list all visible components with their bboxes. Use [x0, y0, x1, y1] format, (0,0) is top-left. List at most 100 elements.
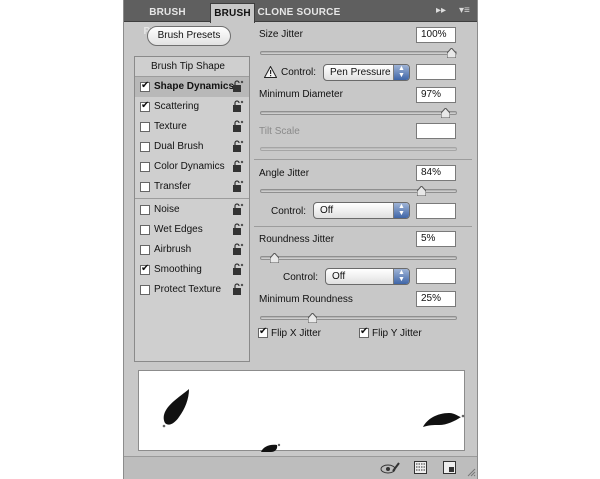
updown-arrow-icon: ▲ ▼: [393, 269, 409, 284]
size-jitter-slider[interactable]: [260, 48, 457, 58]
roundness-control-select[interactable]: Off ▲ ▼: [325, 268, 410, 285]
size-control-select[interactable]: Pen Pressure ▲ ▼: [323, 64, 410, 81]
option-smoothing[interactable]: Smoothing: [135, 260, 249, 280]
checkbox[interactable]: [140, 80, 150, 92]
min-diameter-field[interactable]: 97%: [416, 87, 456, 103]
lock-icon[interactable]: [232, 120, 244, 133]
checkbox[interactable]: [140, 182, 150, 192]
tilt-scale-field[interactable]: [416, 123, 456, 139]
slider-thumb[interactable]: [270, 253, 280, 263]
lock-icon[interactable]: [232, 80, 244, 93]
option-protect-texture[interactable]: Protect Texture: [135, 280, 249, 300]
size-jitter-field[interactable]: 100%: [416, 27, 456, 43]
updown-arrow-icon: ▲ ▼: [393, 203, 409, 218]
select-value: Pen Pressure: [330, 67, 391, 78]
size-jitter-label: Size Jitter: [259, 29, 303, 40]
new-preset-icon[interactable]: [443, 461, 456, 474]
option-label: Smoothing: [154, 264, 202, 275]
warning-icon: [264, 66, 277, 78]
angle-control-field[interactable]: [416, 203, 456, 219]
min-roundness-slider[interactable]: [260, 313, 457, 323]
angle-jitter-slider[interactable]: [260, 186, 457, 196]
roundness-control-label: Control:: [283, 272, 319, 283]
option-noise[interactable]: Noise: [135, 200, 249, 220]
option-label: Texture: [154, 121, 187, 132]
option-wet-edges[interactable]: Wet Edges: [135, 220, 249, 240]
checkbox[interactable]: [140, 100, 150, 112]
brush-tip-shape-item[interactable]: Brush Tip Shape: [151, 61, 225, 72]
option-label: Protect Texture: [154, 284, 222, 295]
option-label: Color Dynamics: [154, 161, 225, 172]
checkbox[interactable]: [140, 205, 150, 215]
option-texture[interactable]: Texture: [135, 117, 249, 137]
roundness-jitter-field[interactable]: 5%: [416, 231, 456, 247]
tilt-scale-label: Tilt Scale: [259, 126, 300, 137]
slider-thumb[interactable]: [417, 186, 427, 196]
flip-x-label: Flip X Jitter: [271, 328, 322, 339]
option-label: Transfer: [154, 181, 191, 192]
lock-icon[interactable]: [232, 243, 244, 256]
min-roundness-field[interactable]: 25%: [416, 291, 456, 307]
roundness-jitter-slider[interactable]: [260, 253, 457, 263]
select-value: Off: [332, 271, 346, 282]
min-diameter-slider[interactable]: [260, 108, 457, 118]
tilt-scale-slider: [260, 147, 457, 151]
lock-icon[interactable]: [232, 263, 244, 276]
checkbox[interactable]: [140, 225, 150, 235]
min-roundness-label: Minimum Roundness: [259, 294, 353, 305]
resize-grip-icon[interactable]: [467, 468, 476, 477]
brush-preview-canvas: [162, 389, 465, 452]
option-airbrush[interactable]: Airbrush: [135, 240, 249, 260]
flip-x-checkbox[interactable]: [258, 326, 268, 338]
grid-icon[interactable]: [414, 461, 427, 474]
checkbox[interactable]: [140, 263, 150, 275]
eye-brush-icon[interactable]: [380, 461, 400, 475]
angle-jitter-field[interactable]: 84%: [416, 165, 456, 181]
checkbox[interactable]: [140, 162, 150, 172]
option-label: Wet Edges: [154, 224, 203, 235]
roundness-control-field[interactable]: [416, 268, 456, 284]
collapse-icon[interactable]: ▸▸: [436, 5, 446, 16]
option-label: Shape Dynamics: [154, 81, 235, 92]
option-label: Scattering: [154, 101, 200, 112]
checkbox[interactable]: [140, 142, 150, 152]
angle-jitter-label: Angle Jitter: [259, 168, 310, 179]
checkbox[interactable]: [140, 122, 150, 132]
brush-presets-button[interactable]: Brush Presets: [147, 26, 231, 46]
lock-icon[interactable]: [232, 283, 244, 296]
panel-menu-icon[interactable]: ▾≡: [459, 5, 470, 16]
select-value: Off: [320, 205, 334, 216]
option-transfer[interactable]: Transfer: [135, 177, 249, 197]
checkbox[interactable]: [140, 245, 150, 255]
size-control-label: Control:: [281, 67, 317, 78]
tab-clone-source[interactable]: CLONE SOURCE: [257, 3, 341, 22]
angle-control-select[interactable]: Off ▲ ▼: [313, 202, 410, 219]
slider-thumb[interactable]: [447, 48, 456, 58]
tab-brush[interactable]: BRUSH: [210, 3, 255, 23]
slider-thumb[interactable]: [441, 108, 451, 118]
updown-arrow-icon: ▲ ▼: [393, 65, 409, 80]
angle-control-label: Control:: [271, 206, 307, 217]
lock-icon[interactable]: [232, 180, 244, 193]
option-color-dynamics[interactable]: Color Dynamics: [135, 157, 249, 177]
brush-options-list: Brush Tip Shape Shape Dynamics Scatterin…: [134, 56, 250, 362]
size-control-field[interactable]: [416, 64, 456, 80]
flip-y-label: Flip Y Jitter: [372, 328, 422, 339]
option-label: Noise: [154, 204, 180, 215]
lock-icon[interactable]: [232, 203, 244, 216]
tab-brush-presets[interactable]: BRUSH PRESETS: [126, 3, 209, 37]
option-shape-dynamics[interactable]: Shape Dynamics: [135, 77, 249, 97]
checkbox[interactable]: [140, 285, 150, 295]
lock-icon[interactable]: [232, 100, 244, 113]
lock-icon[interactable]: [232, 160, 244, 173]
option-dual-brush[interactable]: Dual Brush: [135, 137, 249, 157]
min-diameter-label: Minimum Diameter: [259, 89, 343, 100]
slider-thumb[interactable]: [307, 313, 317, 323]
lock-icon[interactable]: [232, 223, 244, 236]
tab-bar: BRUSH PRESETS BRUSH CLONE SOURCE ▸▸ ▾≡: [124, 0, 477, 37]
flip-y-checkbox[interactable]: [359, 326, 369, 338]
option-scattering[interactable]: Scattering: [135, 97, 249, 117]
brush-stroke-preview: [138, 370, 465, 452]
lock-icon[interactable]: [232, 140, 244, 153]
roundness-jitter-label: Roundness Jitter: [259, 234, 335, 245]
